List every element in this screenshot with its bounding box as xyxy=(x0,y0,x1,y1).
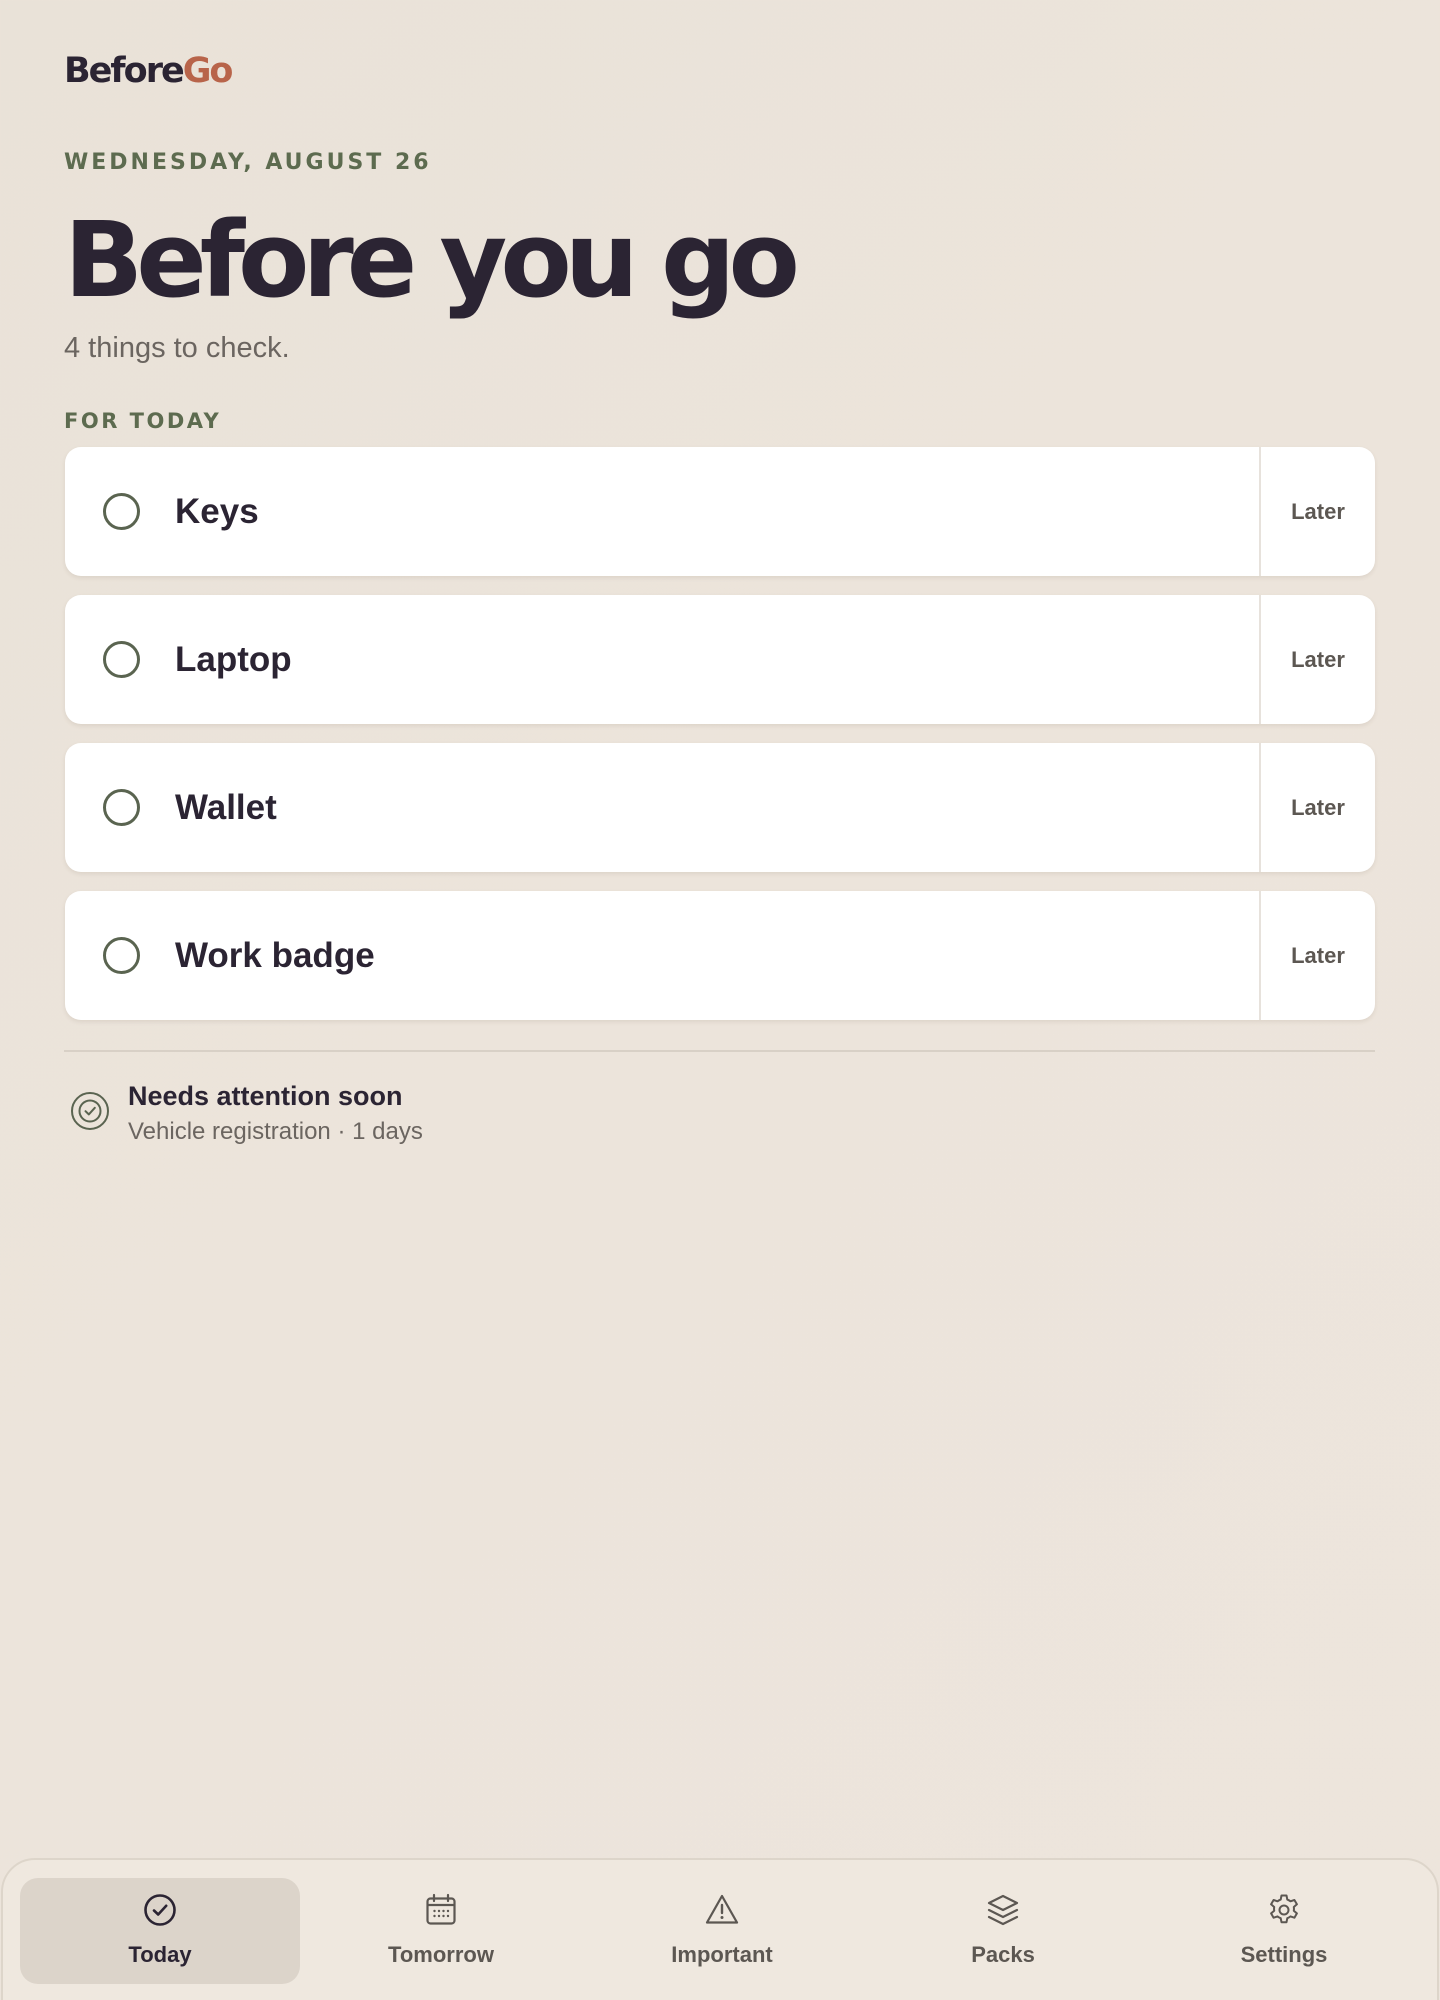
later-button[interactable]: Later xyxy=(1259,595,1375,724)
item-label: Laptop xyxy=(175,639,292,679)
layers-icon xyxy=(987,1894,1019,1926)
page-title: Before you go xyxy=(64,199,800,321)
attention-text: Needs attention soon Vehicle registratio… xyxy=(128,1080,423,1148)
tab-label: Today xyxy=(128,1942,192,1967)
checkbox-circle-icon[interactable] xyxy=(103,789,140,826)
later-button[interactable]: Later xyxy=(1259,891,1375,1020)
attention-notice[interactable]: Needs attention soon Vehicle registratio… xyxy=(70,1080,423,1148)
warning-icon xyxy=(705,1894,739,1924)
item-toggle[interactable]: Laptop xyxy=(65,595,1259,724)
tab-packs[interactable]: Packs xyxy=(863,1878,1143,1984)
later-button[interactable]: Later xyxy=(1259,743,1375,872)
tab-important[interactable]: Important xyxy=(582,1878,862,1984)
checklist-item-laptop: Laptop Later xyxy=(65,595,1375,724)
checkbox-circle-icon[interactable] xyxy=(103,937,140,974)
divider xyxy=(64,1050,1375,1052)
item-toggle[interactable]: Keys xyxy=(65,447,1259,576)
bottom-tab-bar: Today Tomorrow Important Packs Settings xyxy=(1,1858,1439,2000)
checklist-item-keys: Keys Later xyxy=(65,447,1375,576)
gear-icon xyxy=(1270,1894,1298,1924)
tab-today[interactable]: Today xyxy=(20,1878,300,1984)
tab-label: Settings xyxy=(1240,1942,1328,1967)
brand-part-2: Go xyxy=(182,51,234,91)
tab-label: Tomorrow xyxy=(388,1942,494,1967)
tab-tomorrow[interactable]: Tomorrow xyxy=(301,1878,581,1984)
app-screen: BeforeGo WEDNESDAY, AUGUST 26 Before you… xyxy=(0,0,1440,2000)
item-label: Keys xyxy=(175,491,259,531)
item-label: Wallet xyxy=(175,787,277,827)
current-date: WEDNESDAY, AUGUST 26 xyxy=(64,150,432,175)
item-toggle[interactable]: Work badge xyxy=(65,891,1259,1020)
tab-settings[interactable]: Settings xyxy=(1144,1878,1424,1984)
brand-logo: BeforeGo xyxy=(64,50,234,92)
later-button[interactable]: Later xyxy=(1259,447,1375,576)
calendar-icon xyxy=(426,1893,456,1925)
checklist-item-wallet: Wallet Later xyxy=(65,743,1375,872)
check-badge-icon xyxy=(71,1092,109,1130)
item-label: Work badge xyxy=(175,935,375,975)
brand-part-1: Before xyxy=(64,51,185,91)
checklist: Keys Later Laptop Later Wallet Later Wor… xyxy=(65,447,1375,1039)
item-toggle[interactable]: Wallet xyxy=(65,743,1259,872)
checkbox-circle-icon[interactable] xyxy=(103,641,140,678)
attention-detail: Vehicle registration · 1 days xyxy=(128,1118,423,1145)
tab-label: Packs xyxy=(971,1942,1035,1967)
check-circle-icon xyxy=(144,1894,176,1926)
checkbox-circle-icon[interactable] xyxy=(103,493,140,530)
tab-label: Important xyxy=(671,1942,773,1967)
page-subtitle: 4 things to check. xyxy=(64,332,290,364)
attention-title: Needs attention soon xyxy=(128,1081,403,1111)
section-label: FOR TODAY xyxy=(64,409,222,433)
checklist-item-work-badge: Work badge Later xyxy=(65,891,1375,1020)
